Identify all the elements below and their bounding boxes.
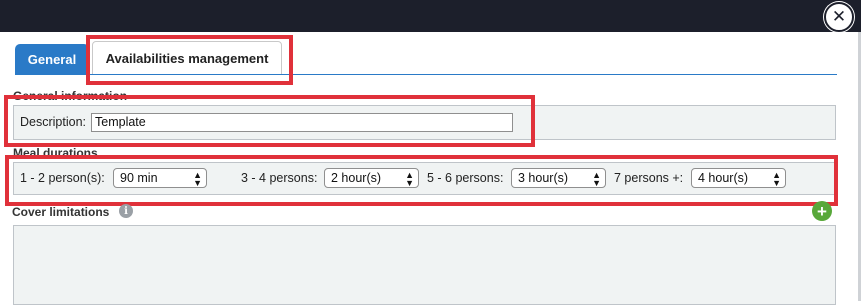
description-input[interactable]: Template — [91, 113, 513, 132]
general-information-title: General information — [13, 89, 128, 103]
duration-value-3-4: 2 hour(s) — [331, 171, 382, 185]
description-label: Description: — [20, 115, 86, 129]
add-cover-limitation-button[interactable]: + — [812, 201, 832, 221]
tab-availabilities-label: Availabilities management — [105, 50, 269, 66]
meal-durations-title: Meal durations — [13, 146, 98, 160]
tab-strip-divider — [15, 74, 837, 75]
tab-availabilities-management[interactable]: Availabilities management — [92, 41, 282, 75]
select-arrows-icon: ▲ ▼ — [772, 170, 781, 188]
duration-value-5-6: 3 hour(s) — [518, 171, 569, 185]
add-icon: + — [817, 201, 827, 221]
cover-limitations-title: Cover limitations — [12, 205, 110, 219]
tab-general[interactable]: General — [15, 44, 89, 74]
info-icon[interactable]: i — [119, 204, 133, 218]
select-arrows-icon: ▲ ▼ — [592, 170, 601, 188]
select-arrows-icon: ▲ ▼ — [193, 170, 202, 188]
tab-general-label: General — [27, 51, 77, 67]
close-icon: ✕ — [831, 6, 847, 27]
duration-select-3-4[interactable]: 2 hour(s) ▲ ▼ — [324, 168, 419, 188]
duration-label-5-6: 5 - 6 persons: — [427, 171, 504, 185]
duration-label-3-4: 3 - 4 persons: — [241, 171, 318, 185]
select-arrows-icon: ▲ ▼ — [405, 170, 414, 188]
duration-select-1-2[interactable]: 90 min ▲ ▼ — [113, 168, 207, 188]
duration-label-1-2: 1 - 2 person(s): — [20, 171, 105, 185]
duration-label-7-plus: 7 persons +: — [614, 171, 684, 185]
duration-select-7-plus[interactable]: 4 hour(s) ▲ ▼ — [691, 168, 786, 188]
dialog-top-bar — [0, 0, 861, 32]
duration-select-5-6[interactable]: 3 hour(s) ▲ ▼ — [511, 168, 606, 188]
duration-value-7-plus: 4 hour(s) — [698, 171, 749, 185]
info-icon-glyph: i — [124, 205, 128, 217]
duration-value-1-2: 90 min — [120, 171, 158, 185]
close-button[interactable]: ✕ — [824, 2, 854, 32]
cover-limitations-area — [13, 225, 836, 305]
